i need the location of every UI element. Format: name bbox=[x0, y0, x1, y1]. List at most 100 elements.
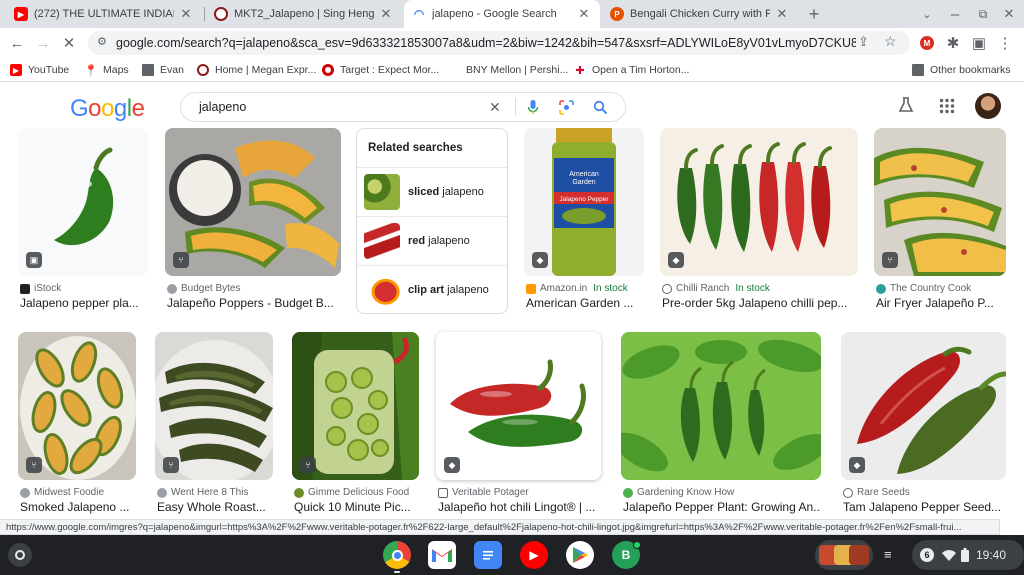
image-result[interactable]: ⑂ Gimme Delicious Food Quick 10 Minute P… bbox=[292, 332, 419, 518]
new-tab-button[interactable]: + bbox=[803, 3, 825, 25]
search-box[interactable]: jalapeno ✕ bbox=[180, 92, 626, 122]
result-title[interactable]: Smoked Jalapeno ... bbox=[20, 500, 136, 514]
image-result[interactable]: ⑂ Midwest Foodie Smoked Jalapeno ... bbox=[18, 332, 136, 518]
stop-loading-icon[interactable]: ✕ bbox=[58, 32, 80, 54]
related-search-item[interactable]: clip art jalapeno bbox=[357, 265, 507, 314]
search-icon[interactable] bbox=[593, 100, 608, 115]
result-source[interactable]: Amazon.in In stock bbox=[526, 283, 644, 294]
image-result[interactable]: ▣ iStock Jalapeno pepper pla... bbox=[18, 128, 148, 318]
close-window-button[interactable]: ✕ bbox=[998, 3, 1020, 25]
bookmark-target[interactable]: Target : Expect Mor... bbox=[322, 62, 439, 78]
result-source[interactable]: iStock bbox=[20, 283, 148, 294]
result-title[interactable]: Quick 10 Minute Pic... bbox=[294, 500, 419, 514]
restore-button[interactable]: ⧉ bbox=[972, 3, 994, 25]
result-title[interactable]: Jalapeño Pepper Plant: Growing An... bbox=[623, 500, 821, 514]
image-result[interactable]: ⑂ Went Here 8 This Easy Whole Roast... bbox=[155, 332, 273, 518]
docs-app-icon[interactable] bbox=[474, 541, 502, 569]
image-result[interactable]: ◆ Chilli Ranch In stock Pre-order 5kg Ja… bbox=[660, 128, 858, 318]
result-source[interactable]: Chilli Ranch In stock bbox=[662, 283, 858, 294]
microphone-icon[interactable] bbox=[527, 99, 539, 116]
result-thumbnail[interactable] bbox=[165, 128, 341, 276]
source-name: Veritable Potager bbox=[452, 487, 529, 498]
clear-icon[interactable]: ✕ bbox=[489, 99, 501, 116]
close-icon[interactable]: ✕ bbox=[576, 6, 592, 22]
result-title[interactable]: Easy Whole Roast... bbox=[157, 500, 273, 514]
bookmark-youtube[interactable]: ▶ YouTube bbox=[10, 62, 69, 78]
image-result[interactable]: American Garden Jalapeno Pepper ◆ Amazon… bbox=[524, 128, 644, 318]
status-area[interactable]: 6 19:40 bbox=[912, 540, 1024, 570]
bookmark-star-icon[interactable]: ☆ bbox=[884, 33, 897, 50]
play-store-app-icon[interactable] bbox=[566, 541, 594, 569]
result-title[interactable]: Jalapeño Poppers - Budget B... bbox=[167, 296, 341, 310]
result-source[interactable]: Went Here 8 This bbox=[157, 487, 273, 498]
result-thumbnail[interactable] bbox=[621, 332, 821, 480]
image-result[interactable]: ⑂ The Country Cook Air Fryer Jalapeño P.… bbox=[874, 128, 1006, 318]
result-title[interactable]: Air Fryer Jalapeño P... bbox=[876, 296, 1006, 310]
bookmark-maps[interactable]: 📍 Maps bbox=[84, 62, 129, 78]
other-bookmarks[interactable]: Other bookmarks bbox=[912, 62, 1011, 78]
site-info-icon[interactable]: ⚙ bbox=[97, 35, 107, 48]
image-result[interactable]: ◆ Veritable Potager Jalapeño hot chili L… bbox=[436, 332, 601, 518]
tab-search-chevron-icon[interactable]: ⌄ bbox=[916, 3, 938, 25]
related-search-item[interactable]: sliced jalapeno bbox=[357, 167, 507, 216]
search-input[interactable]: jalapeno bbox=[199, 100, 246, 114]
result-source[interactable]: Midwest Foodie bbox=[20, 487, 136, 498]
bookmark-megan[interactable]: Home | Megan Expr... bbox=[197, 62, 316, 78]
related-searches-panel: Related searches sliced jalapeno red jal… bbox=[356, 128, 508, 314]
bookmark-bny[interactable]: BNY Mellon | Pershi... bbox=[448, 62, 568, 78]
clipboard-icon[interactable]: ≡ bbox=[884, 547, 900, 563]
tab-youtube[interactable]: ▶ (272) THE ULTIMATE INDIAN CH ✕ bbox=[6, 0, 202, 28]
chrome-app-icon[interactable] bbox=[383, 541, 411, 569]
tab-bengali-curry[interactable]: P Bengali Chicken Curry with Potat ✕ bbox=[602, 0, 798, 28]
side-panel-icon[interactable]: ▣ bbox=[968, 32, 990, 54]
close-icon[interactable]: ✕ bbox=[378, 6, 394, 22]
recipe-badge-icon: ⑂ bbox=[300, 457, 316, 473]
tab-title: MKT2_Jalapeno | Sing Heng Co bbox=[234, 8, 374, 20]
bookmark-label: Target : Expect Mor... bbox=[340, 64, 440, 76]
google-logo[interactable]: Google bbox=[70, 95, 145, 123]
close-icon[interactable]: ✕ bbox=[178, 6, 194, 22]
result-source[interactable]: Veritable Potager bbox=[438, 487, 601, 498]
result-title[interactable]: Pre-order 5kg Jalapeno chilli pep... bbox=[662, 296, 858, 310]
gmail-app-icon[interactable] bbox=[428, 541, 456, 569]
address-bar[interactable]: ⚙ google.com/search?q=jalapeno&sca_esv=9… bbox=[88, 31, 910, 55]
labs-flask-icon[interactable] bbox=[897, 96, 915, 114]
youtube-app-icon[interactable]: ▶ bbox=[520, 541, 548, 569]
holding-space-tray[interactable] bbox=[815, 540, 873, 570]
tab-google-search[interactable]: ◠ jalapeno - Google Search ✕ bbox=[404, 0, 600, 28]
result-title[interactable]: American Garden ... bbox=[526, 296, 644, 310]
result-title[interactable]: Jalapeño hot chili Lingot® | ... bbox=[438, 500, 601, 514]
minimize-button[interactable]: – bbox=[944, 3, 966, 25]
result-source[interactable]: Gardening Know How bbox=[623, 487, 821, 498]
lens-icon[interactable] bbox=[559, 100, 574, 115]
result-title[interactable]: Jalapeno pepper pla... bbox=[20, 296, 148, 310]
menu-kebab-icon[interactable]: ⋮ bbox=[994, 32, 1016, 54]
result-thumbnail[interactable] bbox=[436, 332, 601, 480]
shopping-tag-icon: ◆ bbox=[849, 457, 865, 473]
related-search-item[interactable]: red jalapeno bbox=[357, 216, 507, 265]
url-text[interactable]: google.com/search?q=jalapeno&sca_esv=9d6… bbox=[116, 36, 856, 50]
close-icon[interactable]: ✕ bbox=[774, 6, 790, 22]
tab-sing-heng[interactable]: MKT2_Jalapeno | Sing Heng Co ✕ bbox=[206, 0, 402, 28]
image-result[interactable]: ⑂ Budget Bytes Jalapeño Poppers - Budget… bbox=[165, 128, 341, 318]
bookmark-tim-hortons[interactable]: ✚ Open a Tim Horton... bbox=[574, 62, 689, 78]
bookmark-evan[interactable]: Evan bbox=[142, 62, 184, 78]
image-result[interactable]: ◆ Rare Seeds Tam Jalapeno Pepper Seed... bbox=[841, 332, 1006, 518]
apps-grid-icon[interactable] bbox=[939, 98, 955, 114]
account-avatar[interactable] bbox=[975, 93, 1001, 119]
forward-arrow-icon[interactable]: → bbox=[32, 32, 54, 54]
result-title[interactable]: Tam Jalapeno Pepper Seed... bbox=[843, 500, 1006, 514]
extensions-puzzle-icon[interactable]: ✱ bbox=[942, 32, 964, 54]
extension-m-icon[interactable]: M bbox=[916, 32, 938, 54]
share-icon[interactable]: ⇪ bbox=[858, 34, 869, 50]
image-result[interactable]: Gardening Know How Jalapeño Pepper Plant… bbox=[621, 332, 821, 518]
result-thumbnail[interactable] bbox=[660, 128, 858, 276]
maple-leaf-icon: ✚ bbox=[575, 64, 585, 77]
launcher-button[interactable] bbox=[8, 543, 32, 567]
result-source[interactable]: Rare Seeds bbox=[843, 487, 1006, 498]
result-source[interactable]: Budget Bytes bbox=[167, 283, 341, 294]
result-thumbnail[interactable] bbox=[841, 332, 1006, 480]
result-source[interactable]: The Country Cook bbox=[876, 283, 1006, 294]
back-arrow-icon[interactable]: ← bbox=[6, 32, 28, 54]
result-source[interactable]: Gimme Delicious Food bbox=[294, 487, 419, 498]
